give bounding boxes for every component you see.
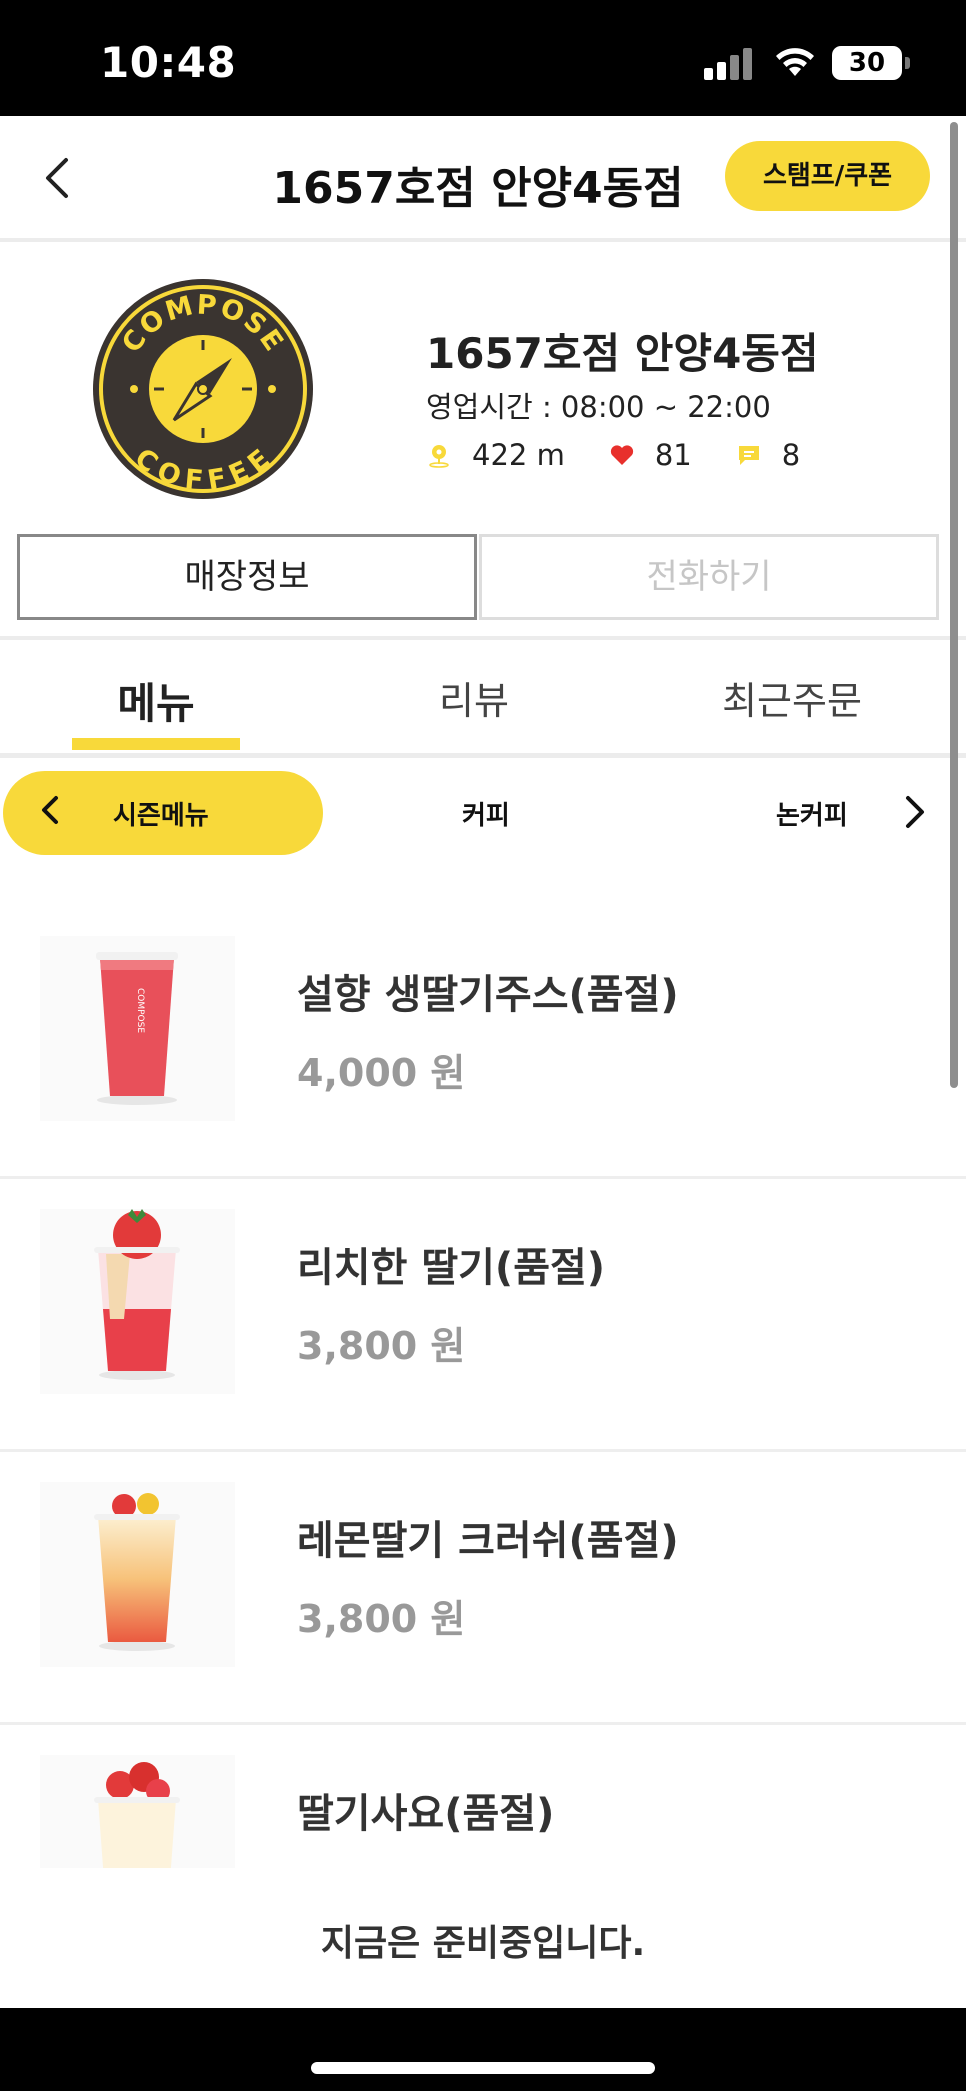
menu-item-name: 설향 생딸기주스(품절) — [297, 972, 679, 1018]
store-stats: 422 m 81 8 — [426, 438, 844, 472]
rich-strawberry-cup-image — [40, 1209, 235, 1394]
menu-item[interactable]: 리치한 딸기(품절) 3,800 원 — [0, 1179, 966, 1452]
tab-review[interactable]: 리뷰 — [390, 670, 558, 725]
store-hours: 영업시간 : 08:00 ~ 22:00 — [426, 390, 771, 424]
compose-coffee-logo: COMPOSE COFFEE — [93, 279, 313, 499]
preparing-notice-text: 지금은 준비중입니다. — [320, 1923, 646, 1964]
wifi-icon — [776, 48, 814, 76]
scrollbar[interactable] — [950, 122, 958, 1088]
menu-item[interactable]: 레몬딸기 크러쉬(품절) 3,800 원 — [0, 1452, 966, 1725]
status-time: 10:48 — [100, 38, 237, 87]
tab-bar: 메뉴 리뷰 최근주문 — [0, 636, 966, 758]
menu-item-name: 딸기사요(품절) — [297, 1791, 555, 1837]
cellular-signal-icon — [704, 46, 754, 80]
review-bubble-icon — [738, 446, 759, 465]
home-indicator-area — [0, 2008, 966, 2091]
menu-item-name: 레몬딸기 크러쉬(품절) — [297, 1518, 679, 1564]
active-tab-indicator — [72, 738, 240, 750]
menu-item-price: 3,800 원 — [297, 1597, 466, 1641]
chevron-left-icon[interactable] — [32, 792, 68, 828]
battery-icon: 30 — [832, 46, 910, 80]
menu-item[interactable]: COMPOSE 설향 생딸기주스(품절) 4,000 원 — [0, 906, 966, 1179]
menu-item-name: 리치한 딸기(품절) — [297, 1245, 606, 1291]
tab-menu[interactable]: 메뉴 — [72, 670, 240, 731]
reviews-count: 8 — [781, 438, 801, 472]
category-coffee[interactable]: 커피 — [462, 795, 510, 832]
home-indicator[interactable] — [311, 2062, 655, 2074]
menu-list: COMPOSE 설향 생딸기주스(품절) 4,000 원 리치한 딸기(품절) … — [0, 906, 966, 1868]
menu-item-price: 4,000 원 — [297, 1051, 466, 1095]
menu-item-price: 3,800 원 — [297, 1324, 466, 1368]
preparing-notice: 지금은 준비중입니다. — [0, 1868, 966, 2008]
category-label: 시즌메뉴 — [113, 801, 209, 831]
likes-count: 81 — [654, 438, 692, 472]
status-bar: 10:48 30 — [0, 0, 966, 116]
stamp-coupon-button[interactable]: 스탬프/쿠폰 — [725, 141, 930, 211]
store-name: 1657호점 안양4동점 — [426, 329, 819, 378]
location-pin-icon — [429, 445, 449, 468]
lemon-strawberry-crush-cup-image — [40, 1482, 235, 1667]
category-bar: 시즌메뉴 커피 논커피 — [0, 768, 966, 858]
category-non-coffee[interactable]: 논커피 — [776, 795, 848, 832]
store-action-buttons: 매장정보 전화하기 — [17, 534, 939, 620]
strawberry-juice-cup-image: COMPOSE — [40, 936, 235, 1121]
page-title-text: 1657호점 안양4동점 — [272, 163, 684, 214]
tab-recent-orders[interactable]: 최근주문 — [700, 670, 884, 725]
strawberry-drink-cup-image — [40, 1755, 235, 1868]
store-info: COMPOSE COFFEE 1657호점 안양4동점 영업시간 : 08:00… — [0, 246, 966, 636]
call-button[interactable]: 전화하기 — [479, 534, 939, 620]
svg-text:COMPOSE: COMPOSE — [135, 988, 145, 1033]
menu-item[interactable]: 딸기사요(품절) — [0, 1725, 966, 1868]
heart-icon — [610, 445, 633, 465]
top-header: 1657호점 안양4동점 스탬프/쿠폰 — [0, 116, 966, 242]
store-info-button[interactable]: 매장정보 — [17, 534, 477, 620]
chevron-right-icon[interactable] — [896, 792, 932, 832]
distance-value: 422 m — [472, 438, 565, 472]
